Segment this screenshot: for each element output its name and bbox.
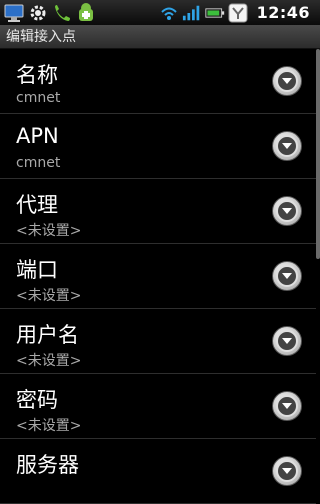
- expand-button[interactable]: [272, 326, 302, 356]
- notification-y-icon: [228, 3, 248, 23]
- chevron-down-icon: [282, 273, 292, 279]
- scrollbar[interactable]: [316, 49, 320, 259]
- field-title: 用户名: [16, 323, 79, 347]
- chevron-down-icon: [282, 468, 292, 474]
- chevron-down-icon: [282, 208, 292, 214]
- status-clock: 12:46: [256, 3, 310, 22]
- field-title: APN: [16, 124, 59, 148]
- field-summary: <未设置>: [16, 288, 82, 304]
- field-title: 代理: [16, 193, 58, 217]
- battery-icon: [204, 3, 225, 23]
- expand-button[interactable]: [272, 131, 302, 161]
- chevron-down-icon: [282, 403, 292, 409]
- expand-button[interactable]: [272, 391, 302, 421]
- status-bar: 12:46: [0, 0, 320, 25]
- field-row-server[interactable]: 服务器: [0, 439, 316, 504]
- field-title: 密码: [16, 388, 58, 412]
- field-summary: <未设置>: [16, 418, 82, 434]
- field-row-name[interactable]: 名称 cmnet: [0, 49, 316, 114]
- monitor-icon: [4, 3, 24, 23]
- wifi-icon: [159, 3, 179, 23]
- signal-icon: [182, 3, 202, 23]
- chevron-down-icon: [282, 143, 292, 149]
- expand-button[interactable]: [272, 456, 302, 486]
- field-row-port[interactable]: 端口 <未设置>: [0, 244, 316, 309]
- field-row-proxy[interactable]: 代理 <未设置>: [0, 179, 316, 244]
- expand-button[interactable]: [272, 66, 302, 96]
- field-row-username[interactable]: 用户名 <未设置>: [0, 309, 316, 374]
- field-summary: cmnet: [16, 90, 61, 106]
- gear-icon: [28, 3, 48, 23]
- phone-icon: [52, 3, 72, 23]
- field-summary: cmnet: [16, 155, 61, 171]
- field-summary: <未设置>: [16, 353, 82, 369]
- field-title: 名称: [16, 63, 58, 87]
- field-row-apn[interactable]: APN cmnet: [0, 114, 316, 179]
- field-row-password[interactable]: 密码 <未设置>: [0, 374, 316, 439]
- expand-button[interactable]: [272, 196, 302, 226]
- android-update-icon: [76, 2, 96, 23]
- page-title: 编辑接入点: [0, 25, 320, 49]
- field-title: 服务器: [16, 453, 79, 477]
- field-title: 端口: [16, 258, 58, 282]
- expand-button[interactable]: [272, 261, 302, 291]
- chevron-down-icon: [282, 78, 292, 84]
- apn-field-list: 名称 cmnet APN cmnet 代理 <未设置> 端口 <未设置> 用户名…: [0, 49, 316, 504]
- field-summary: <未设置>: [16, 223, 82, 239]
- chevron-down-icon: [282, 338, 292, 344]
